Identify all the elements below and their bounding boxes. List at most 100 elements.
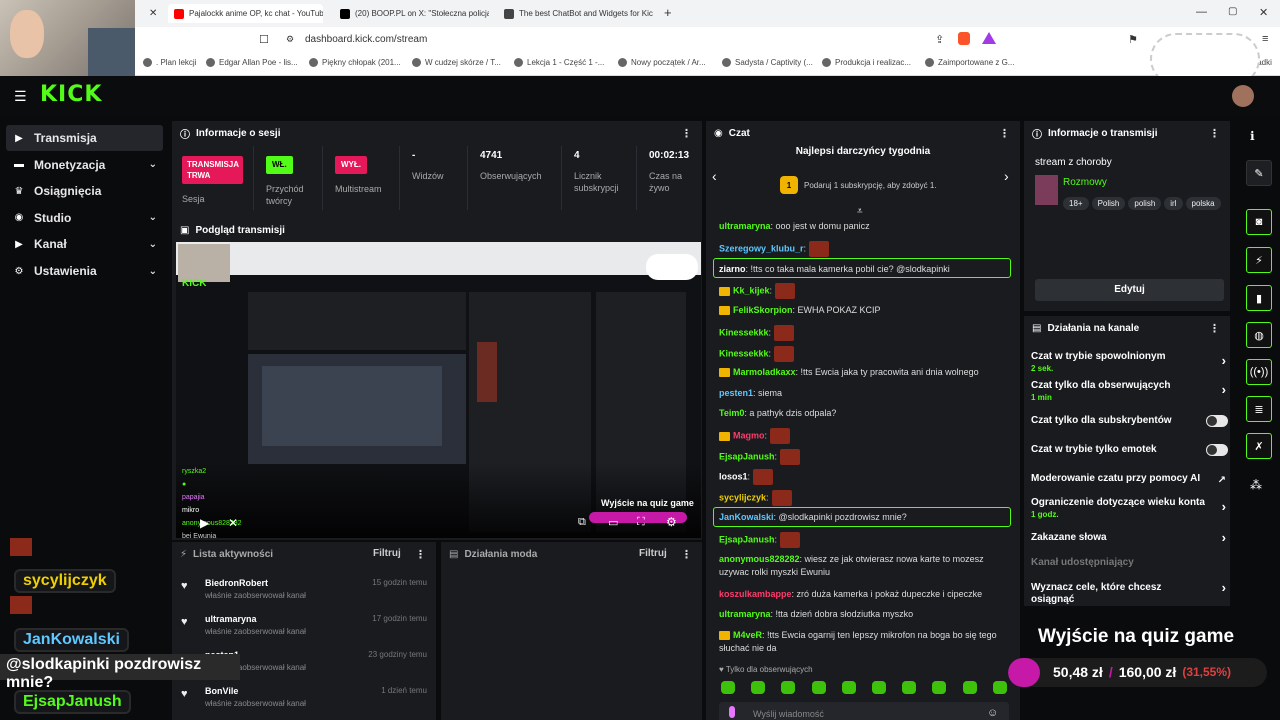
close-window-icon[interactable]: ✕ xyxy=(1259,6,1268,19)
toggle-switch[interactable] xyxy=(1206,415,1228,427)
theater-icon[interactable]: ▭ xyxy=(608,516,618,529)
chat-username[interactable]: ziarno xyxy=(719,264,746,274)
channel-action-item[interactable]: Czat w trybie spowolnionym 2 sek. › xyxy=(1031,351,1226,375)
camera-widget-icon[interactable]: ◙ xyxy=(1246,209,1272,235)
more-options-icon[interactable]: ⋮ xyxy=(1209,127,1220,140)
sidebar-item-osiągnięcia[interactable]: ♛ Osiągnięcia xyxy=(6,178,163,204)
chevron-left-icon[interactable]: ‹ xyxy=(712,168,717,184)
category-name[interactable]: Rozmowy xyxy=(1063,177,1107,188)
channel-action-item[interactable]: Moderowanie czatu przy pomocy AI ↗ xyxy=(1031,473,1226,486)
browser-tab-youtube[interactable]: Pajalockk anime OP, kc chat - YouTube xyxy=(168,4,323,23)
chat-username[interactable]: anonymous828282 xyxy=(719,554,800,564)
close-tab-icon[interactable]: ✕ xyxy=(149,8,157,19)
income-stat[interactable]: WŁ. Przychód twórcy xyxy=(266,156,326,207)
maximize-icon[interactable]: ▢ xyxy=(1228,6,1237,17)
pip-icon[interactable]: ⧉ xyxy=(578,516,586,529)
gift-cta[interactable]: 1 Podaruj 1 subskrypcję, aby zdobyć 1. xyxy=(780,176,937,194)
sidebar-item-studio[interactable]: ◉ Studio ⌄ xyxy=(6,205,163,231)
sidebar-item-kanał[interactable]: ▶ Kanał ⌄ xyxy=(6,231,163,257)
emote-picker-icon[interactable] xyxy=(872,681,886,694)
channel-action-item[interactable]: Ograniczenie dotyczące wieku konta 1 godz… xyxy=(1031,497,1226,521)
channel-action-item[interactable]: Wyznacz cele, które chcesz osiągnąć › xyxy=(1031,581,1226,606)
rewards-icon[interactable] xyxy=(982,32,996,44)
toggle-switch[interactable] xyxy=(1206,444,1228,456)
bookmark-item[interactable]: Piękny chłopak (201... xyxy=(309,58,401,67)
chat-username[interactable]: EjsapJanush xyxy=(719,451,775,461)
more-options-icon[interactable]: ⋮ xyxy=(681,548,692,561)
broadcast-widget-icon[interactable]: ((•)) xyxy=(1246,359,1272,385)
bookmark-item[interactable]: Produkcja i realizac... xyxy=(822,58,911,67)
bookmark-item[interactable]: . Plan lekcji xyxy=(143,58,196,67)
chat-username[interactable]: Szeregowy_klubu_r xyxy=(719,243,804,253)
stream-tag[interactable]: Polish xyxy=(1091,197,1126,210)
hamburger-menu-icon[interactable]: ☰ xyxy=(14,88,27,105)
url-text[interactable]: dashboard.kick.com/stream xyxy=(305,34,427,45)
bookmark-item[interactable]: W cudzej skórze / T... xyxy=(412,58,501,67)
sidebar-item-transmisja[interactable]: ▶ Transmisja xyxy=(6,125,163,151)
stream-preview-video[interactable]: KICK ryszka2 ● papajia mikro anonymous82… xyxy=(176,242,701,538)
browser-tab-chatbot[interactable]: The best ChatBot and Widgets for Kick xyxy=(498,4,653,23)
play-icon[interactable]: ▶ xyxy=(200,516,209,530)
channel-action-item[interactable]: Czat w trybie tylko emotek xyxy=(1031,444,1228,456)
bookmark-item[interactable]: Nowy początek / Ar... xyxy=(618,58,706,67)
chat-input[interactable]: Wyślij wiadomość ☺ xyxy=(719,702,1009,720)
bookmark-icon[interactable]: ☐ xyxy=(259,33,269,46)
channel-action-item[interactable]: Czat tylko dla obserwujących 1 min › xyxy=(1031,380,1226,404)
bookmark-item[interactable]: Sadysta / Captivity (... xyxy=(722,58,813,67)
minimize-icon[interactable]: — xyxy=(1196,6,1207,18)
channel-action-item[interactable]: Zakazane słowa › xyxy=(1031,531,1226,544)
stream-tag[interactable]: polish xyxy=(1128,197,1162,210)
bookmark-item[interactable]: Lekcja 1 - Część 1 -... xyxy=(514,58,604,67)
chat-username[interactable]: EjsapJanush xyxy=(719,534,775,544)
chat-username[interactable]: koszulkambappe xyxy=(719,589,792,599)
new-tab-button[interactable]: + xyxy=(664,5,672,20)
chat-username[interactable]: Magmo xyxy=(733,430,765,440)
settings-icon[interactable]: ⚙ xyxy=(666,515,677,529)
bolt-widget-icon[interactable]: ⚡ xyxy=(1246,247,1272,273)
stream-tag[interactable]: polska xyxy=(1185,197,1221,210)
more-options-icon[interactable]: ⋮ xyxy=(1209,322,1220,335)
browser-tab-x[interactable]: (20) BOOP.PL on X: "Stołeczna policja xyxy=(334,4,489,23)
pin-icon[interactable]: ⩡ xyxy=(857,206,863,217)
chat-username[interactable]: sycylijczyk xyxy=(719,492,766,502)
emote-picker-icon[interactable] xyxy=(751,681,766,694)
chat-widget-icon[interactable]: ◍ xyxy=(1246,322,1272,348)
chat-username[interactable]: JanKowalski xyxy=(719,512,774,522)
channel-action-item[interactable]: Czat tylko dla subskrybentów xyxy=(1031,415,1228,427)
chat-username[interactable]: FelikSkorpion xyxy=(733,305,793,315)
mute-icon[interactable]: ✕ xyxy=(228,516,238,530)
emote-picker-icon[interactable] xyxy=(992,681,1007,694)
avatar[interactable] xyxy=(1232,85,1254,107)
mic-icon[interactable] xyxy=(729,706,735,718)
site-info-icon[interactable]: ⚙ xyxy=(286,34,294,45)
edit-pencil-icon[interactable]: ✎ xyxy=(1246,160,1272,186)
stream-tag[interactable]: 18+ xyxy=(1063,197,1089,210)
apps-icon[interactable]: ⁂ xyxy=(1250,478,1262,492)
bookmark-item[interactable]: Edgar Allan Poe - lis... xyxy=(206,58,298,67)
bookmark-item[interactable]: Zaimportowane z G... xyxy=(925,58,1014,67)
kick-logo[interactable]: KICK xyxy=(40,82,102,107)
stream-tag[interactable]: irl xyxy=(1164,197,1183,210)
chevron-right-icon[interactable]: › xyxy=(1004,168,1009,184)
doc-widget-icon[interactable]: ▮ xyxy=(1246,285,1272,311)
chat-username[interactable]: Kinessekkk xyxy=(719,327,769,337)
fullscreen-icon[interactable]: ⛶ xyxy=(637,516,645,529)
chat-username[interactable]: losos1 xyxy=(719,471,748,481)
chat-username[interactable]: Kk_kijek xyxy=(733,285,770,295)
chat-username[interactable]: pesten1 xyxy=(719,388,753,398)
more-options-icon[interactable]: ⋮ xyxy=(415,548,426,561)
chat-username[interactable]: Marmoladkaxx xyxy=(733,367,796,377)
extensions-icon[interactable]: ⚑ xyxy=(1128,33,1138,46)
emote-picker-icon[interactable] xyxy=(932,681,947,694)
chat-username[interactable]: ultramaryna xyxy=(719,609,771,619)
edit-button[interactable]: Edytuj xyxy=(1035,279,1224,301)
list-widget-icon[interactable]: ≣ xyxy=(1246,396,1272,422)
sidebar-item-ustawienia[interactable]: ⚙ Ustawienia ⌄ xyxy=(6,258,163,284)
sidebar-item-monetyzacja[interactable]: ▬ Monetyzacja ⌄ xyxy=(6,152,163,178)
more-options-icon[interactable]: ⋮ xyxy=(999,127,1010,140)
multistream-stat[interactable]: WYŁ. Multistream xyxy=(335,156,382,195)
chat-username[interactable]: ultramaryna xyxy=(719,221,771,231)
emote-picker-icon[interactable] xyxy=(962,681,977,694)
tools-widget-icon[interactable]: ✗ xyxy=(1246,433,1272,459)
emote-picker-icon[interactable] xyxy=(781,681,796,694)
